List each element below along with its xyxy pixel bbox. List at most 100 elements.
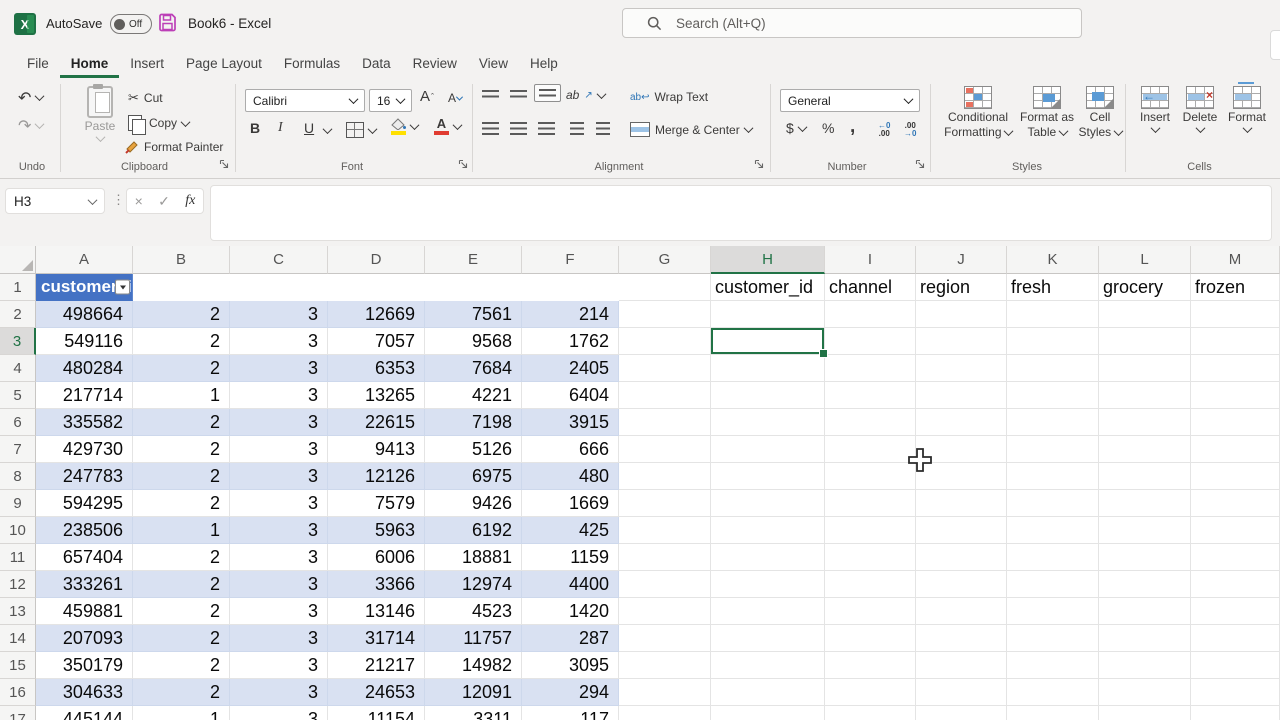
cell-J5[interactable] <box>916 382 1007 409</box>
cell-E4[interactable]: 7684 <box>425 355 522 382</box>
cell-K2[interactable] <box>1007 301 1099 328</box>
cell-G2[interactable] <box>619 301 711 328</box>
cell-A2[interactable]: 498664 <box>36 301 133 328</box>
cell-J10[interactable] <box>916 517 1007 544</box>
cell-C16[interactable]: 3 <box>230 679 328 706</box>
cell-C8[interactable]: 3 <box>230 463 328 490</box>
cell-M12[interactable] <box>1191 571 1280 598</box>
cell-B8[interactable]: 2 <box>133 463 230 490</box>
cell-F6[interactable]: 3915 <box>522 409 619 436</box>
percent-style-button[interactable]: % <box>822 120 834 136</box>
cell-A8[interactable]: 247783 <box>36 463 133 490</box>
cell-E13[interactable]: 4523 <box>425 598 522 625</box>
cell-C10[interactable]: 3 <box>230 517 328 544</box>
cell-H8[interactable] <box>711 463 825 490</box>
cell-I13[interactable] <box>825 598 916 625</box>
cell-B9[interactable]: 2 <box>133 490 230 517</box>
cell-I1[interactable]: channel <box>825 274 916 301</box>
row-header-4[interactable]: 4 <box>0 355 36 382</box>
cell-I4[interactable] <box>825 355 916 382</box>
font-dialog-launcher[interactable] <box>458 159 469 170</box>
name-box[interactable]: H3 <box>5 188 105 214</box>
row-header-3[interactable]: 3 <box>0 328 36 355</box>
cell-M9[interactable] <box>1191 490 1280 517</box>
cell-B13[interactable]: 2 <box>133 598 230 625</box>
cell-B7[interactable]: 2 <box>133 436 230 463</box>
cell-A15[interactable]: 350179 <box>36 652 133 679</box>
cell-F8[interactable]: 480 <box>522 463 619 490</box>
cell-K17[interactable] <box>1007 706 1099 720</box>
cell-B16[interactable]: 2 <box>133 679 230 706</box>
cell-E5[interactable]: 4221 <box>425 382 522 409</box>
clipboard-dialog-launcher[interactable] <box>219 159 230 170</box>
cell-D16[interactable]: 24653 <box>328 679 425 706</box>
increase-indent-button[interactable] <box>596 122 610 135</box>
cell-L7[interactable] <box>1099 436 1191 463</box>
tab-data[interactable]: Data <box>351 50 402 78</box>
cell-I11[interactable] <box>825 544 916 571</box>
cell-M13[interactable] <box>1191 598 1280 625</box>
cell-L5[interactable] <box>1099 382 1191 409</box>
cell-L1[interactable]: grocery <box>1099 274 1191 301</box>
tab-file[interactable]: File <box>16 50 60 78</box>
cell-styles-button[interactable]: Cell Styles <box>1078 86 1122 139</box>
decrease-font-button[interactable]: A <box>448 91 462 105</box>
bottom-align-button[interactable] <box>534 84 561 102</box>
cell-I7[interactable] <box>825 436 916 463</box>
cell-J9[interactable] <box>916 490 1007 517</box>
decrease-indent-button[interactable] <box>570 122 584 135</box>
column-header-J[interactable]: J <box>916 246 1007 274</box>
cell-D11[interactable]: 6006 <box>328 544 425 571</box>
row-header-11[interactable]: 11 <box>0 544 36 571</box>
align-left-button[interactable] <box>482 122 499 135</box>
cell-K3[interactable] <box>1007 328 1099 355</box>
top-align-button[interactable] <box>482 90 499 98</box>
cell-L10[interactable] <box>1099 517 1191 544</box>
cell-L12[interactable] <box>1099 571 1191 598</box>
cell-F14[interactable]: 287 <box>522 625 619 652</box>
cell-M7[interactable] <box>1191 436 1280 463</box>
cell-L9[interactable] <box>1099 490 1191 517</box>
cell-D8[interactable]: 12126 <box>328 463 425 490</box>
cell-G16[interactable] <box>619 679 711 706</box>
italic-button[interactable]: I <box>278 120 283 136</box>
cell-H17[interactable] <box>711 706 825 720</box>
cell-F15[interactable]: 3095 <box>522 652 619 679</box>
tab-formulas[interactable]: Formulas <box>273 50 351 78</box>
cell-D7[interactable]: 9413 <box>328 436 425 463</box>
cell-L15[interactable] <box>1099 652 1191 679</box>
cell-B15[interactable]: 2 <box>133 652 230 679</box>
tab-review[interactable]: Review <box>402 50 468 78</box>
cell-H1[interactable]: customer_id <box>711 274 825 301</box>
cell-F11[interactable]: 1159 <box>522 544 619 571</box>
row-header-6[interactable]: 6 <box>0 409 36 436</box>
cell-F5[interactable]: 6404 <box>522 382 619 409</box>
cell-J17[interactable] <box>916 706 1007 720</box>
insert-function-icon[interactable]: fx <box>185 193 195 209</box>
format-as-table-button[interactable]: Format as Table <box>1018 86 1076 139</box>
filter-button-customer_id[interactable] <box>115 280 130 295</box>
cell-A9[interactable]: 594295 <box>36 490 133 517</box>
cell-H11[interactable] <box>711 544 825 571</box>
cell-B12[interactable]: 2 <box>133 571 230 598</box>
cell-L4[interactable] <box>1099 355 1191 382</box>
cell-E10[interactable]: 6192 <box>425 517 522 544</box>
cell-C14[interactable]: 3 <box>230 625 328 652</box>
cell-L6[interactable] <box>1099 409 1191 436</box>
cell-L14[interactable] <box>1099 625 1191 652</box>
fill-color-button[interactable] <box>390 118 418 135</box>
cell-C7[interactable]: 3 <box>230 436 328 463</box>
accounting-format-button[interactable]: $ <box>786 120 806 136</box>
row-header-13[interactable]: 13 <box>0 598 36 625</box>
orientation-button[interactable]: ab↗ <box>566 88 605 102</box>
cell-I2[interactable] <box>825 301 916 328</box>
cell-M16[interactable] <box>1191 679 1280 706</box>
number-format-combo[interactable]: General <box>780 89 920 112</box>
cell-M2[interactable] <box>1191 301 1280 328</box>
cell-D6[interactable]: 22615 <box>328 409 425 436</box>
cell-C13[interactable]: 3 <box>230 598 328 625</box>
cell-F12[interactable]: 4400 <box>522 571 619 598</box>
cell-I5[interactable] <box>825 382 916 409</box>
cell-M10[interactable] <box>1191 517 1280 544</box>
cell-F2[interactable]: 214 <box>522 301 619 328</box>
